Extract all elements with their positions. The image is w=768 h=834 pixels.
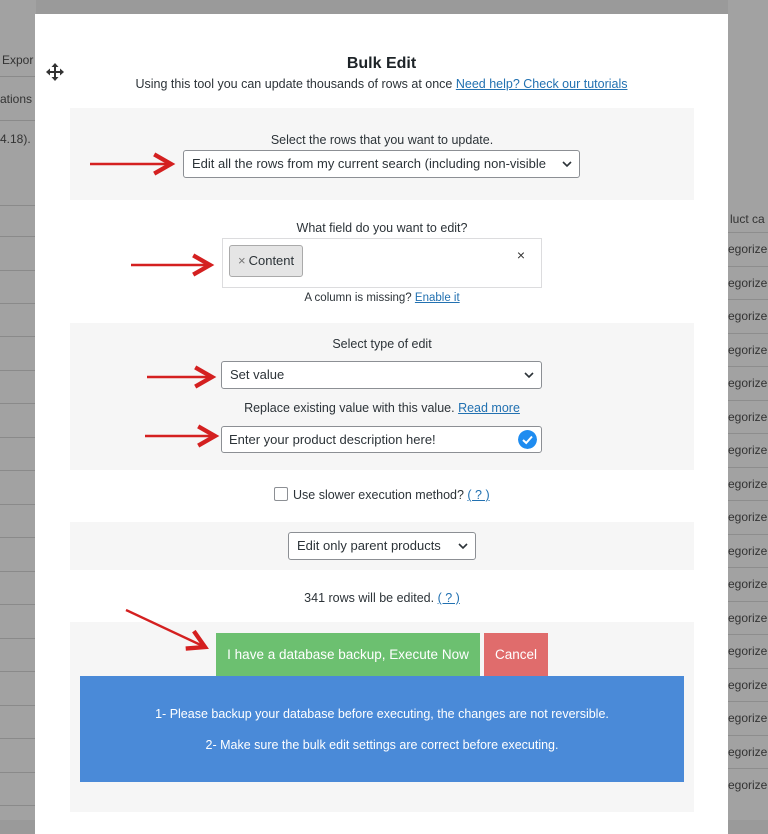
annotation-arrows: [90, 152, 220, 651]
arrow-to-execute: [125, 608, 209, 651]
